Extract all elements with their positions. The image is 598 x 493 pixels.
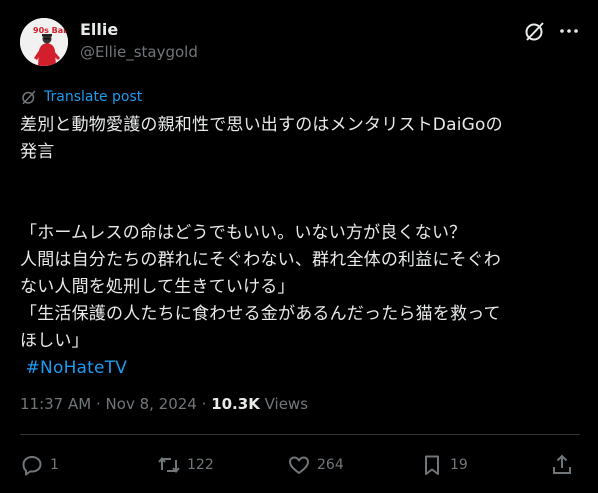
share-icon — [553, 454, 571, 474]
avatar-image: 90s Baby — [20, 18, 68, 66]
avatar[interactable]: 90s Baby — [20, 18, 68, 66]
post-date[interactable]: Nov 8, 2024 — [106, 395, 197, 413]
like-button[interactable]: 264 — [287, 450, 344, 480]
meta-separator: · — [95, 395, 101, 413]
heart-icon — [289, 456, 309, 474]
translate-post-link[interactable]: Translate post — [20, 86, 142, 108]
post-text-line: 「生活保護の人たちに食わせる金があるんだったら猫を救って — [20, 304, 501, 324]
repost-button[interactable]: 122 — [157, 450, 214, 480]
post-text-line: 発言 — [20, 142, 55, 162]
reply-button[interactable]: 1 — [20, 450, 59, 480]
post-meta: 11:37 AM · Nov 8, 2024 · 10.3K Views — [20, 394, 308, 414]
translate-icon — [22, 90, 36, 105]
translate-post-label[interactable]: Translate post — [44, 89, 142, 105]
post-body: 差別と動物愛護の親和性で思い出すのはメンタリストDaiGoの 発言 「ホームレス… — [20, 112, 580, 382]
hashtag-link[interactable]: #NoHateTV — [26, 358, 128, 378]
post-header: 90s Baby Ellie @Ellie_staygold — [20, 14, 580, 70]
author-names: Ellie @Ellie_staygold — [80, 20, 198, 62]
views-count: 10.3K — [211, 395, 260, 413]
grok-icon[interactable] — [523, 19, 547, 43]
display-name[interactable]: Ellie — [80, 20, 198, 40]
like-count: 264 — [317, 457, 344, 473]
post-time[interactable]: 11:37 AM — [20, 395, 91, 413]
post-text-line: 人間は自分たちの群れにそぐわない、群れ全体の利益にそぐわ — [20, 250, 501, 270]
hashtag-line: #NoHateTV — [20, 355, 580, 382]
post-text-line: 差別と動物愛護の親和性で思い出すのはメンタリストDaiGoの — [20, 115, 503, 135]
bookmark-count: 19 — [450, 457, 468, 473]
user-handle[interactable]: @Ellie_staygold — [80, 42, 198, 62]
post-text-line — [20, 166, 580, 193]
bookmark-icon — [425, 455, 439, 475]
repost-icon — [158, 456, 180, 474]
action-bar: 1 122 264 19 — [20, 450, 580, 480]
post-text-line: ほしい」 — [20, 331, 89, 351]
reply-count: 1 — [50, 457, 59, 473]
reply-icon — [22, 456, 42, 476]
bookmark-button[interactable]: 19 — [420, 450, 468, 480]
post-text-line: 「ホームレスの命はどうでもいい。いない方が良くない？ — [20, 223, 467, 243]
share-button[interactable] — [550, 450, 574, 480]
repost-count: 122 — [187, 457, 214, 473]
svg-text:90s Baby: 90s Baby — [33, 26, 68, 35]
views-label: Views — [264, 395, 309, 413]
divider — [20, 434, 580, 435]
more-icon[interactable] — [557, 19, 581, 43]
post-text-line: ない人間を処刑して生きていける」 — [20, 277, 295, 297]
meta-separator: · — [201, 395, 207, 413]
